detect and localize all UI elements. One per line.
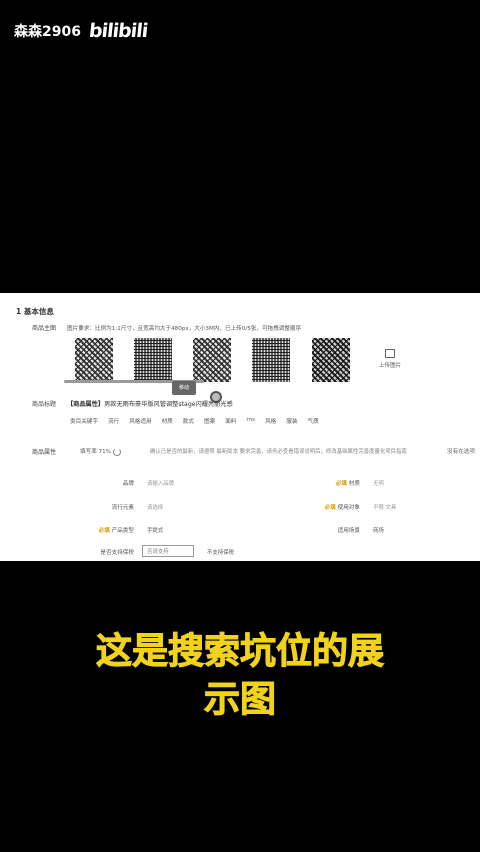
trend-element-label: 流行元素 xyxy=(111,505,134,511)
uploader-name: 森森2906 xyxy=(14,24,81,40)
image-requirement-hint: 图片要求：比例为1:1尺寸，且宽高均大于480px，大小3M内，已上传0/5张，… xyxy=(67,326,302,332)
subtitle-line-2: 示图 xyxy=(203,679,276,721)
attributes-label: 商品属性 xyxy=(32,449,57,456)
image-upload-icon xyxy=(385,349,395,358)
title-tag-list: 类目关键字 流行 风格适用 材质 款式 图案 面料 rns 风格 服装 气质 xyxy=(70,417,319,425)
brand-label: 品牌 xyxy=(122,481,134,487)
bonded-label: 是否支持保税 xyxy=(100,550,134,556)
required-mark: 必填 xyxy=(335,481,348,487)
target-user-label: 必填 使用对象 xyxy=(324,505,360,511)
video-watermark: 森森2906 bilibili xyxy=(14,20,149,42)
target-user-select[interactable]: 不限 文具 xyxy=(373,503,396,511)
title-tag[interactable]: 款式 xyxy=(183,417,194,425)
product-type-select[interactable]: 手提式 xyxy=(147,526,163,534)
product-image-3[interactable] xyxy=(193,338,231,382)
title-prefix: 【商品属性】 xyxy=(67,401,105,408)
subtitle-line-1: 这是搜索坑位的展 xyxy=(95,631,384,673)
drag-handle[interactable]: 移动 xyxy=(172,381,196,395)
material-select[interactable]: 无明 xyxy=(373,479,384,487)
upload-image-label: 上传图片 xyxy=(378,363,402,369)
product-image-5[interactable] xyxy=(312,338,350,382)
title-tag[interactable]: 风格适用 xyxy=(129,417,151,425)
title-tag[interactable]: 服装 xyxy=(286,417,297,425)
attribute-description: 确认已是否的最新，请遵照 最新版本 要求完善，请务必查看错误说明后，修改基础属性… xyxy=(150,449,407,455)
fill-rate: 填写率 71% xyxy=(80,447,121,456)
title-tag[interactable]: 材质 xyxy=(162,417,173,425)
product-type-label: 必填 产品类型 xyxy=(98,528,134,534)
section-title: 1 基本信息 xyxy=(16,307,54,316)
scene-select[interactable]: 商场 xyxy=(373,526,384,534)
title-tag[interactable]: 风格 xyxy=(265,417,276,425)
required-mark: 必填 xyxy=(98,528,110,534)
title-tag[interactable]: 流行 xyxy=(108,417,119,425)
title-tag[interactable]: 面料 xyxy=(225,417,236,425)
bilibili-logo: bilibili xyxy=(87,20,149,42)
missing-option-link[interactable]: 没有在选项 xyxy=(447,447,475,455)
product-image-1[interactable] xyxy=(75,338,113,382)
material-label: 必填 材质 xyxy=(335,481,360,487)
product-edit-form: 1 基本信息 商品主图 图片要求：比例为1:1尺寸，且宽高均大于480px，大小… xyxy=(0,293,480,561)
progress-ring-icon xyxy=(113,447,121,456)
trend-element-select[interactable]: 请选择 xyxy=(147,503,163,511)
required-mark: 必填 xyxy=(324,505,336,511)
title-tag[interactable]: 气质 xyxy=(307,417,318,425)
scene-label: 适用场景 xyxy=(337,528,360,534)
brand-select[interactable]: 请输入品牌 xyxy=(147,479,174,487)
title-tag[interactable]: 类目关键字 xyxy=(70,417,98,425)
title-text: 男款无雨布豪华版风管调整stage闪耀亮丽光感 xyxy=(104,401,233,408)
product-title-input[interactable]: 【商品属性】男款无雨布豪华版风管调整stage闪耀亮丽光感 xyxy=(67,399,233,408)
product-image-4[interactable] xyxy=(252,338,290,382)
product-title-label: 商品标题 xyxy=(32,401,57,408)
product-image-2[interactable] xyxy=(134,338,172,382)
title-tag[interactable]: 图案 xyxy=(204,417,215,425)
bonded-option[interactable]: 不支持保税 xyxy=(207,548,234,556)
upload-image-button[interactable]: 上传图片 xyxy=(375,349,405,369)
bonded-input[interactable]: 否请支持 xyxy=(142,545,194,557)
main-images-label: 商品主图 xyxy=(32,325,57,332)
title-tag[interactable]: rns xyxy=(246,417,255,425)
